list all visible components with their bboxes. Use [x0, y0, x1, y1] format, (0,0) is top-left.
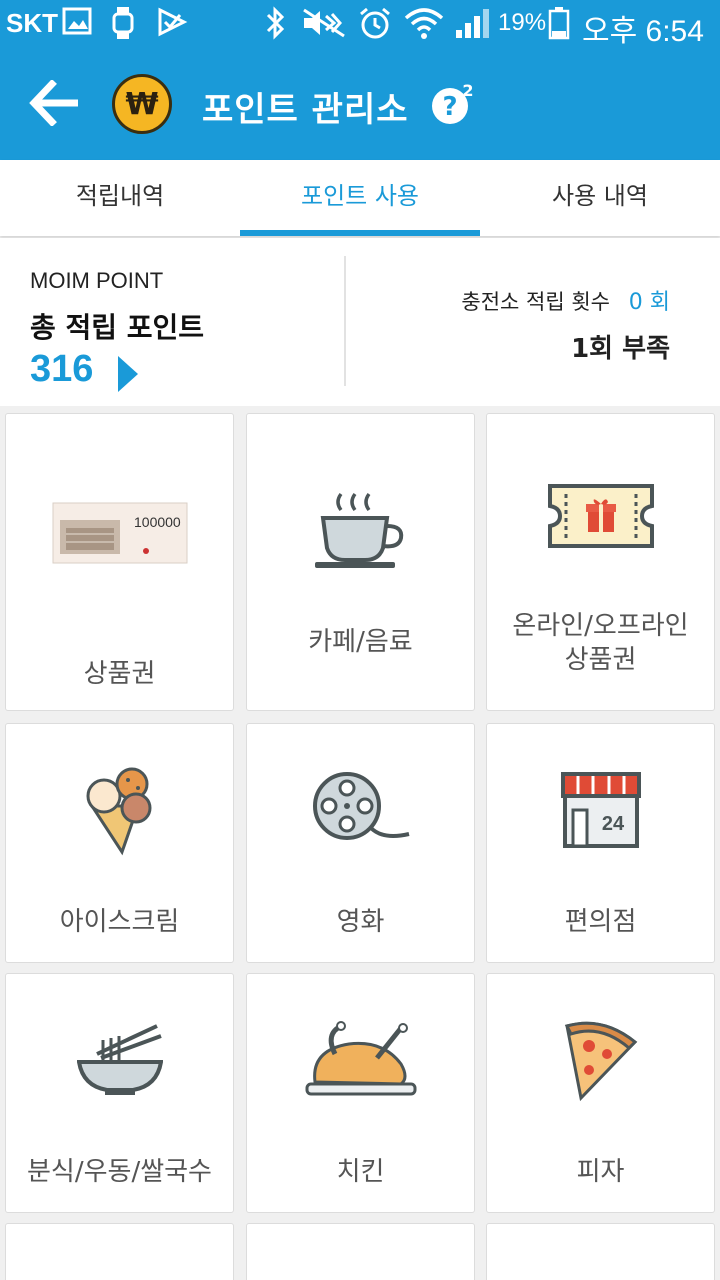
category-card-pizza[interactable]: 피자	[486, 973, 715, 1213]
category-label: 카페/음료	[308, 627, 413, 657]
svg-text:100000: 100000	[134, 514, 181, 530]
convenience-store-icon: 24	[560, 772, 641, 854]
tab-use-points[interactable]: 포인트 사용	[240, 160, 480, 236]
charge-count-value: 0 회	[628, 290, 670, 315]
mute-icon	[300, 6, 348, 44]
app-bar: ₩ 포인트 관리소 ? 2	[0, 48, 720, 160]
tab-usage-history[interactable]: 사용 내역	[480, 160, 720, 236]
gallery-icon	[62, 6, 92, 40]
category-card-chicken[interactable]: 치킨	[246, 973, 475, 1213]
gift-ticket-icon	[546, 482, 656, 554]
check-app-icon	[156, 6, 188, 42]
category-card-gift-certificate[interactable]: 100000 상품권	[5, 413, 234, 711]
category-card-noodles[interactable]: 분식/우동/쌀국수	[5, 973, 234, 1213]
coin-icon: ₩	[112, 74, 172, 134]
category-card-partial[interactable]	[5, 1223, 234, 1280]
tab-bar: 적립내역 포인트 사용 사용 내역	[0, 160, 720, 236]
category-card-cafe[interactable]: 카페/음료	[246, 413, 475, 711]
category-label-line1: 온라인/오프라인	[512, 611, 689, 641]
noodle-bowl-icon	[76, 1020, 163, 1100]
ice-cream-icon	[82, 766, 158, 860]
page-title: 포인트 관리소	[202, 90, 409, 130]
status-bar: SKT 19% 오후 6:54	[0, 0, 720, 48]
total-points-value[interactable]: 316	[30, 348, 93, 391]
battery-icon	[548, 6, 570, 44]
category-label: 편의점	[564, 907, 637, 937]
wifi-icon	[404, 6, 444, 44]
coffee-cup-icon	[313, 492, 409, 576]
watch-icon	[108, 6, 138, 44]
pizza-slice-icon	[563, 1016, 639, 1106]
total-points-label: 총 적립 포인트	[30, 311, 205, 344]
category-label: 상품권	[83, 659, 156, 689]
help-icon[interactable]: ? 2	[430, 81, 476, 132]
alarm-icon	[358, 6, 392, 44]
svg-text:24: 24	[601, 813, 624, 835]
category-label: 영화	[336, 907, 385, 937]
charge-count-label: 충전소 적립 횟수	[461, 290, 610, 314]
brand-label: MOIM POINT	[30, 268, 164, 293]
points-summary: MOIM POINT 총 적립 포인트 316 충전소 적립 횟수 0 회 1회…	[0, 238, 720, 406]
signal-icon	[454, 6, 492, 44]
category-card-ice-cream[interactable]: 아이스크림	[5, 723, 234, 963]
divider	[344, 256, 346, 386]
bluetooth-icon	[264, 6, 288, 44]
carrier-label: SKT	[6, 8, 58, 38]
clock: 오후 6:54	[582, 15, 704, 48]
battery-percent: 19%	[498, 9, 547, 36]
category-label: 아이스크림	[59, 907, 180, 937]
category-label: 피자	[576, 1157, 625, 1187]
category-card-movie[interactable]: 영화	[246, 723, 475, 963]
category-label: 분식/우동/쌀국수	[27, 1157, 212, 1187]
film-reel-icon	[311, 770, 411, 846]
category-card-convenience-store[interactable]: 24 편의점	[486, 723, 715, 963]
back-arrow-icon[interactable]	[28, 79, 80, 130]
category-label: 치킨	[336, 1157, 385, 1187]
shortfall-label: 1회 부족	[571, 334, 670, 364]
svg-text:2: 2	[462, 82, 473, 100]
category-card-partial[interactable]	[246, 1223, 475, 1280]
svg-text:?: ?	[442, 92, 457, 122]
gift-certificate-icon: 100000	[52, 502, 188, 568]
play-arrow-icon[interactable]	[118, 356, 138, 392]
category-card-online-offline[interactable]: 온라인/오프라인 상품권	[486, 413, 715, 711]
category-label-line2: 상품권	[564, 645, 637, 675]
tab-earn-history[interactable]: 적립내역	[0, 160, 240, 236]
category-card-partial[interactable]	[486, 1223, 715, 1280]
roast-chicken-icon	[305, 1020, 417, 1104]
